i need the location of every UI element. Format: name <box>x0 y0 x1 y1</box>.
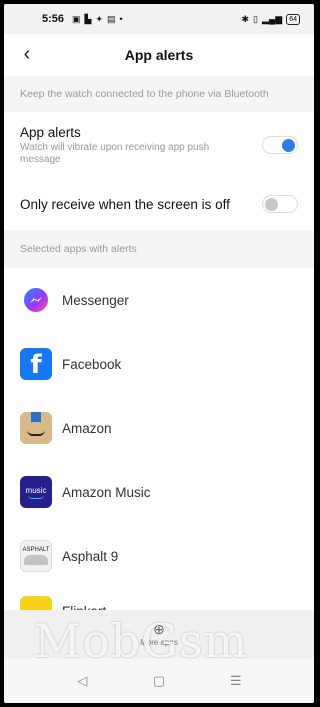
app-name: Asphalt 9 <box>62 548 119 564</box>
messenger-icon <box>20 284 52 316</box>
app-alerts-setting[interactable]: App alerts Watch will vibrate upon recei… <box>4 112 314 178</box>
battery-icon: 64 <box>286 13 300 25</box>
app-name: Messenger <box>62 292 129 308</box>
app-header: ‹ App alerts <box>4 34 314 76</box>
nav-menu-icon[interactable]: ☰ <box>226 671 246 691</box>
app-name: Facebook <box>62 356 122 372</box>
app-row-amazon-music[interactable]: music Amazon Music <box>4 460 314 524</box>
photos-icon: ▤ <box>107 13 116 24</box>
more-apps-panel[interactable]: ⊕ More apps <box>4 610 314 658</box>
nav-back-icon[interactable]: ◁ <box>72 671 92 691</box>
selected-apps-label: Selected apps with alerts <box>4 230 314 268</box>
amazon-music-icon: music <box>20 476 52 508</box>
status-right-icons: ✱ ▯ ▂▄▆ 64 <box>241 13 300 25</box>
facebook-icon: f <box>20 348 52 380</box>
nav-home-icon[interactable]: ▢ <box>149 671 169 691</box>
page-title: App alerts <box>124 47 194 63</box>
app-row-facebook[interactable]: f Facebook <box>4 332 314 396</box>
bluetooth-icon: ✱ <box>241 13 250 24</box>
screen-off-setting[interactable]: Only receive when the screen is off <box>4 178 314 230</box>
chevron-left-icon[interactable]: ‹ <box>16 43 38 65</box>
app-screen: 5:56 ▣ ▙ ✦ ▤ • ✱ ▯ ▂▄▆ 64 ‹ App alerts K… <box>4 4 314 703</box>
twitter-icon: ✦ <box>95 13 104 24</box>
asphalt-icon: ASPHALT <box>20 540 52 572</box>
app-row-asphalt[interactable]: ASPHALT Asphalt 9 <box>4 524 314 588</box>
amazon-icon <box>20 412 52 444</box>
app-alerts-description: Watch will vibrate upon receiving app pu… <box>20 141 210 165</box>
app-row-messenger[interactable]: Messenger <box>4 268 314 332</box>
app-name: Amazon Music <box>62 484 151 500</box>
flipboard-icon: ▙ <box>84 13 92 24</box>
status-left-icons: ▣ ▙ ✦ ▤ • <box>72 14 123 25</box>
app-name: Amazon <box>62 420 112 436</box>
status-bar: 5:56 ▣ ▙ ✦ ▤ • ✱ ▯ ▂▄▆ 64 <box>4 4 314 34</box>
screen-off-toggle[interactable] <box>262 195 298 213</box>
toggle-knob <box>282 139 295 152</box>
gallery-icon: ▣ <box>72 13 81 24</box>
system-navbar: ◁ ▢ ☰ <box>4 658 314 703</box>
app-alerts-toggle[interactable] <box>262 136 298 154</box>
dot-icon: • <box>119 14 123 24</box>
app-alerts-label: App alerts <box>20 124 81 140</box>
signal-icon: ▂▄▆ <box>261 13 283 24</box>
toggle-knob <box>265 198 278 211</box>
app-row-amazon[interactable]: Amazon <box>4 396 314 460</box>
vibrate-icon: ▯ <box>253 13 258 24</box>
screen-off-label: Only receive when the screen is off <box>20 196 230 212</box>
bluetooth-info-label: Keep the watch connected to the phone vi… <box>4 76 314 112</box>
status-time: 5:56 <box>42 13 65 25</box>
add-app-icon: ⊕ <box>153 621 165 637</box>
more-apps-label: More apps <box>140 638 178 647</box>
